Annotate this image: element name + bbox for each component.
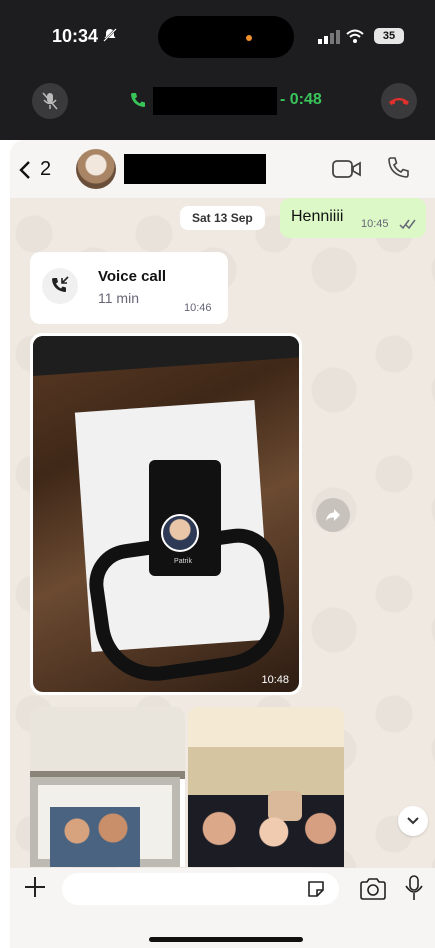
status-time: 10:34 — [52, 26, 99, 46]
mute-button[interactable] — [32, 83, 68, 119]
photo-faces — [188, 797, 344, 867]
signal-icon — [318, 30, 340, 44]
photo-laptop-edge — [33, 336, 299, 376]
call-timer: - 0:48 — [280, 91, 322, 108]
forward-button[interactable] — [316, 498, 350, 532]
voice-call-icon-wrap — [42, 268, 78, 304]
hang-up-icon — [389, 98, 409, 105]
phone-call-icon[interactable] — [386, 156, 410, 180]
photo-framed-picture[interactable] — [30, 707, 185, 867]
redacted-contact-name[interactable] — [124, 154, 266, 184]
photo-lanyard-badge[interactable]: Patrik 10:48 — [33, 336, 299, 692]
incoming-call-icon — [52, 276, 69, 292]
chevron-down-icon — [407, 817, 419, 825]
photo-badge-portrait — [161, 514, 199, 552]
mic-off-icon — [42, 92, 58, 110]
image-message-bubble[interactable]: Patrik 10:48 — [30, 333, 302, 695]
avatar[interactable] — [76, 149, 116, 189]
sticker-icon[interactable] — [306, 879, 326, 899]
microphone-icon[interactable] — [404, 874, 424, 902]
phone-icon — [131, 93, 145, 107]
recording-indicator — [246, 35, 252, 41]
plus-icon[interactable] — [22, 874, 48, 900]
voice-call-time: 10:46 — [184, 302, 212, 314]
redacted-caller-name — [153, 87, 277, 115]
outgoing-message-time: 10:45 — [361, 218, 389, 230]
photo-group[interactable] — [188, 707, 344, 867]
message-input[interactable] — [62, 873, 339, 905]
outgoing-message-text: Henniiii — [291, 208, 344, 225]
back-unread-count[interactable]: 2 — [40, 158, 51, 181]
end-call-button[interactable] — [381, 83, 417, 119]
photo-badge-name: Patrik — [174, 558, 192, 565]
dynamic-island — [158, 16, 294, 58]
date-separator: Sat 13 Sep — [180, 206, 265, 230]
video-call-icon[interactable] — [332, 159, 362, 179]
battery-icon: 35 — [374, 28, 404, 44]
bell-slash-icon — [103, 28, 117, 42]
image-message-time: 10:48 — [261, 674, 289, 686]
home-indicator — [149, 937, 303, 942]
camera-icon[interactable] — [359, 877, 387, 901]
chevron-left-icon[interactable] — [18, 160, 32, 180]
photo-people-in-frame — [50, 807, 140, 867]
scroll-to-bottom-button[interactable] — [398, 806, 428, 836]
double-check-icon — [399, 219, 416, 230]
voice-call-title: Voice call — [98, 268, 167, 285]
forward-icon — [326, 509, 340, 521]
voice-call-duration: 11 min — [98, 290, 139, 306]
wifi-icon — [346, 29, 364, 43]
